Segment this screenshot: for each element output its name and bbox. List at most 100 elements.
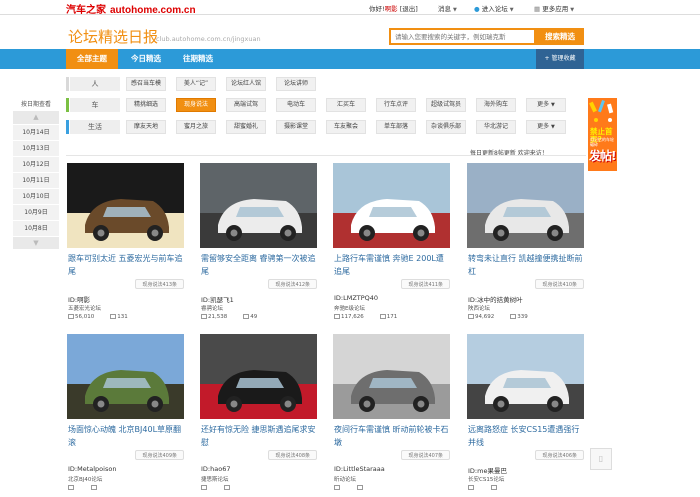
tag-item[interactable]: 论坛讲师 — [276, 77, 316, 91]
author-id[interactable]: ID:冰中的拮黄树叶 — [468, 294, 523, 304]
author-id[interactable]: ID:啊影 — [68, 294, 90, 304]
post-title[interactable]: 上路行车需谨慎 奔驰E 200L遭追尾 — [334, 252, 449, 280]
post-card[interactable]: 转弯未让直行 凯越撞便携扯断前杠 现身说法410条 ID:冰中的拮黄树叶 陕西论坛 94… — [467, 163, 584, 326]
forum-name[interactable]: 五菱宏光论坛 — [68, 304, 101, 312]
date-item[interactable]: 10月12日 — [13, 156, 59, 172]
tab-today[interactable]: 今日精选 — [120, 49, 172, 69]
tag-item[interactable]: 超级试驾员 — [426, 98, 466, 112]
chevron-up-icon[interactable]: ▲ — [13, 111, 59, 124]
post-stats — [201, 485, 247, 491]
search-button[interactable]: 搜索精选 — [536, 28, 584, 45]
post-photo — [200, 334, 317, 419]
category-badge[interactable]: 现身说法410条 — [535, 279, 584, 289]
chevron-down-icon[interactable]: ▼ — [13, 236, 59, 249]
forum-name[interactable]: 北京BJ40论坛 — [68, 475, 102, 483]
tag-item[interactable]: 单车部落 — [376, 120, 416, 134]
post-title[interactable]: 场面惊心动魄 北京BJ40L草原翻滚 — [68, 423, 183, 451]
category-badge[interactable]: 现身说法413条 — [135, 279, 184, 289]
date-item[interactable]: 10月14日 — [13, 124, 59, 140]
post-card[interactable]: 远离路怒症 长安CS15遭遇强行并线 现身说法406条 ID:me果曼巴 长安CS15… — [467, 334, 584, 497]
post-title[interactable]: 需留够安全距离 睿骋第一次被追尾 — [201, 252, 316, 280]
chevron-down-icon: ▼ — [551, 102, 555, 108]
category-badge[interactable]: 现身说法406条 — [535, 450, 584, 460]
more-tags-button[interactable]: 更多 ▼ — [526, 98, 566, 112]
tag-item[interactable]: 美人“记” — [176, 77, 216, 91]
more-apps-menu[interactable]: ▦ 更多应用 ▼ — [534, 3, 574, 13]
autohome-logo[interactable]: 汽车之家 autohome.com.cn — [66, 1, 196, 16]
tag-item[interactable]: 车友聚会 — [326, 120, 366, 134]
post-title[interactable]: 转弯未让直行 凯越撞便携扯断前杠 — [468, 252, 583, 280]
category-badge[interactable]: 现身说法411条 — [401, 279, 450, 289]
post-title[interactable]: 还好有惊无险 捷思斯遇追尾求安慰 — [201, 423, 316, 451]
tag-item[interactable]: 汇买车 — [326, 98, 366, 112]
forum-name[interactable]: 捷思斯论坛 — [201, 475, 229, 483]
tag-item[interactable]: 甜蜜婚礼 — [226, 120, 266, 134]
post-thumbnail[interactable] — [467, 334, 584, 419]
date-item[interactable]: 10月8日 — [13, 220, 59, 236]
category-label: 人 — [70, 77, 120, 91]
author-id[interactable]: ID:hao67 — [201, 465, 230, 473]
author-id[interactable]: ID:Metalpoison — [68, 465, 116, 473]
post-thumbnail[interactable] — [67, 163, 184, 248]
username-link[interactable]: 啊影 — [385, 5, 398, 13]
forum-name[interactable]: 昕动论坛 — [334, 475, 356, 483]
tag-item[interactable]: 摄影课堂 — [276, 120, 316, 134]
post-thumbnail[interactable] — [67, 334, 184, 419]
forum-name[interactable]: 陕西论坛 — [468, 304, 490, 312]
tab-all-topics[interactable]: 全部主题 — [66, 49, 118, 69]
author-id[interactable]: ID:LittleStaraaa — [334, 465, 385, 473]
search-input[interactable] — [391, 30, 531, 43]
tag-item[interactable]: 精挑细选 — [126, 98, 166, 112]
date-item[interactable]: 10月10日 — [13, 188, 59, 204]
tag-item[interactable]: 摩友天地 — [126, 120, 166, 134]
tag-item-active[interactable]: 现身说法 — [176, 98, 216, 112]
date-item[interactable]: 10月11日 — [13, 172, 59, 188]
tag-item[interactable]: 行车点评 — [376, 98, 416, 112]
post-card[interactable]: 需留够安全距离 睿骋第一次被追尾 现身说法412条 ID:凯瑟飞1 睿骋论坛 21,53… — [200, 163, 317, 326]
page-header: 论坛精选日报 club.autohome.com.cn/jingxuan 搜索精… — [0, 15, 700, 48]
tag-item[interactable]: 论坛红人馆 — [226, 77, 266, 91]
post-card[interactable]: 还好有惊无险 捷思斯遇追尾求安慰 现身说法408条 ID:hao67 捷思斯论坛 — [200, 334, 317, 497]
category-badge[interactable]: 现身说法412条 — [268, 279, 317, 289]
tag-item[interactable]: 蜜月之旅 — [176, 120, 216, 134]
post-thumbnail[interactable] — [333, 163, 450, 248]
post-title[interactable]: 跟车可别太近 五菱宏光与前车追尾 — [68, 252, 183, 280]
manage-favorites-button[interactable]: + 管理收藏 — [536, 49, 584, 69]
author-id[interactable]: ID:me果曼巴 — [468, 465, 507, 475]
search-box — [389, 28, 536, 45]
post-thumbnail[interactable] — [467, 163, 584, 248]
author-id[interactable]: ID:LMZTPQ40 — [334, 294, 378, 302]
post-card[interactable]: 跟车可别太近 五菱宏光与前车追尾 现身说法413条 ID:啊影 五菱宏光论坛 56,01… — [67, 163, 184, 326]
category-badge[interactable]: 现身说法409条 — [135, 450, 184, 460]
category-badge[interactable]: 现身说法408条 — [268, 450, 317, 460]
post-card[interactable]: 场面惊心动魄 北京BJ40L草原翻滚 现身说法409条 ID:Metalpoison… — [67, 334, 184, 497]
post-thumbnail[interactable] — [200, 163, 317, 248]
tag-item[interactable]: 高端试驾 — [226, 98, 266, 112]
tag-item[interactable]: 感召当车模 — [126, 77, 166, 91]
category-badge[interactable]: 现身说法407条 — [401, 450, 450, 460]
post-card[interactable]: 上路行车需谨慎 奔驰E 200L遭追尾 现身说法411条 ID:LMZTPQ40 奔驰… — [333, 163, 450, 326]
tag-item[interactable]: 海外购车 — [476, 98, 516, 112]
forum-name[interactable]: 长安CS15论坛 — [468, 475, 504, 483]
post-title[interactable]: 远离路怒症 长安CS15遭遇强行并线 — [468, 423, 583, 451]
logout-link[interactable]: [退出] — [400, 5, 418, 13]
author-id[interactable]: ID:凯瑟飞1 — [201, 294, 234, 304]
post-thumbnail[interactable] — [333, 334, 450, 419]
post-card[interactable]: 夜间行车需谨慎 昕动前轮被卡石墩 现身说法407条 ID:LittleStaraaa… — [333, 334, 450, 497]
tag-item[interactable]: 电动车 — [276, 98, 316, 112]
post-title[interactable]: 夜间行车需谨慎 昕动前轮被卡石墩 — [334, 423, 449, 451]
date-item[interactable]: 10月9日 — [13, 204, 59, 220]
forum-name[interactable]: 奔驰E级论坛 — [334, 304, 365, 312]
post-thumbnail[interactable] — [200, 334, 317, 419]
side-ad-banner[interactable]: 禁止首页? 用记忆的车轮碾碎 发帖! — [588, 98, 617, 171]
messages-menu[interactable]: 消息 ▼ — [438, 3, 457, 13]
back-to-top-button[interactable]: ▯ — [590, 448, 612, 470]
tab-past[interactable]: 往期精选 — [172, 49, 224, 69]
post-stats: 56,010 131 — [68, 314, 144, 320]
date-item[interactable]: 10月13日 — [13, 140, 59, 156]
forum-name[interactable]: 睿骋论坛 — [201, 304, 223, 312]
tag-item[interactable]: 杂谈俱乐部 — [426, 120, 466, 134]
more-tags-button[interactable]: 更多 ▼ — [526, 120, 566, 134]
tag-item[interactable]: 华北游记 — [476, 120, 516, 134]
enter-forum-menu[interactable]: ● 进入论坛 ▼ — [474, 3, 514, 13]
